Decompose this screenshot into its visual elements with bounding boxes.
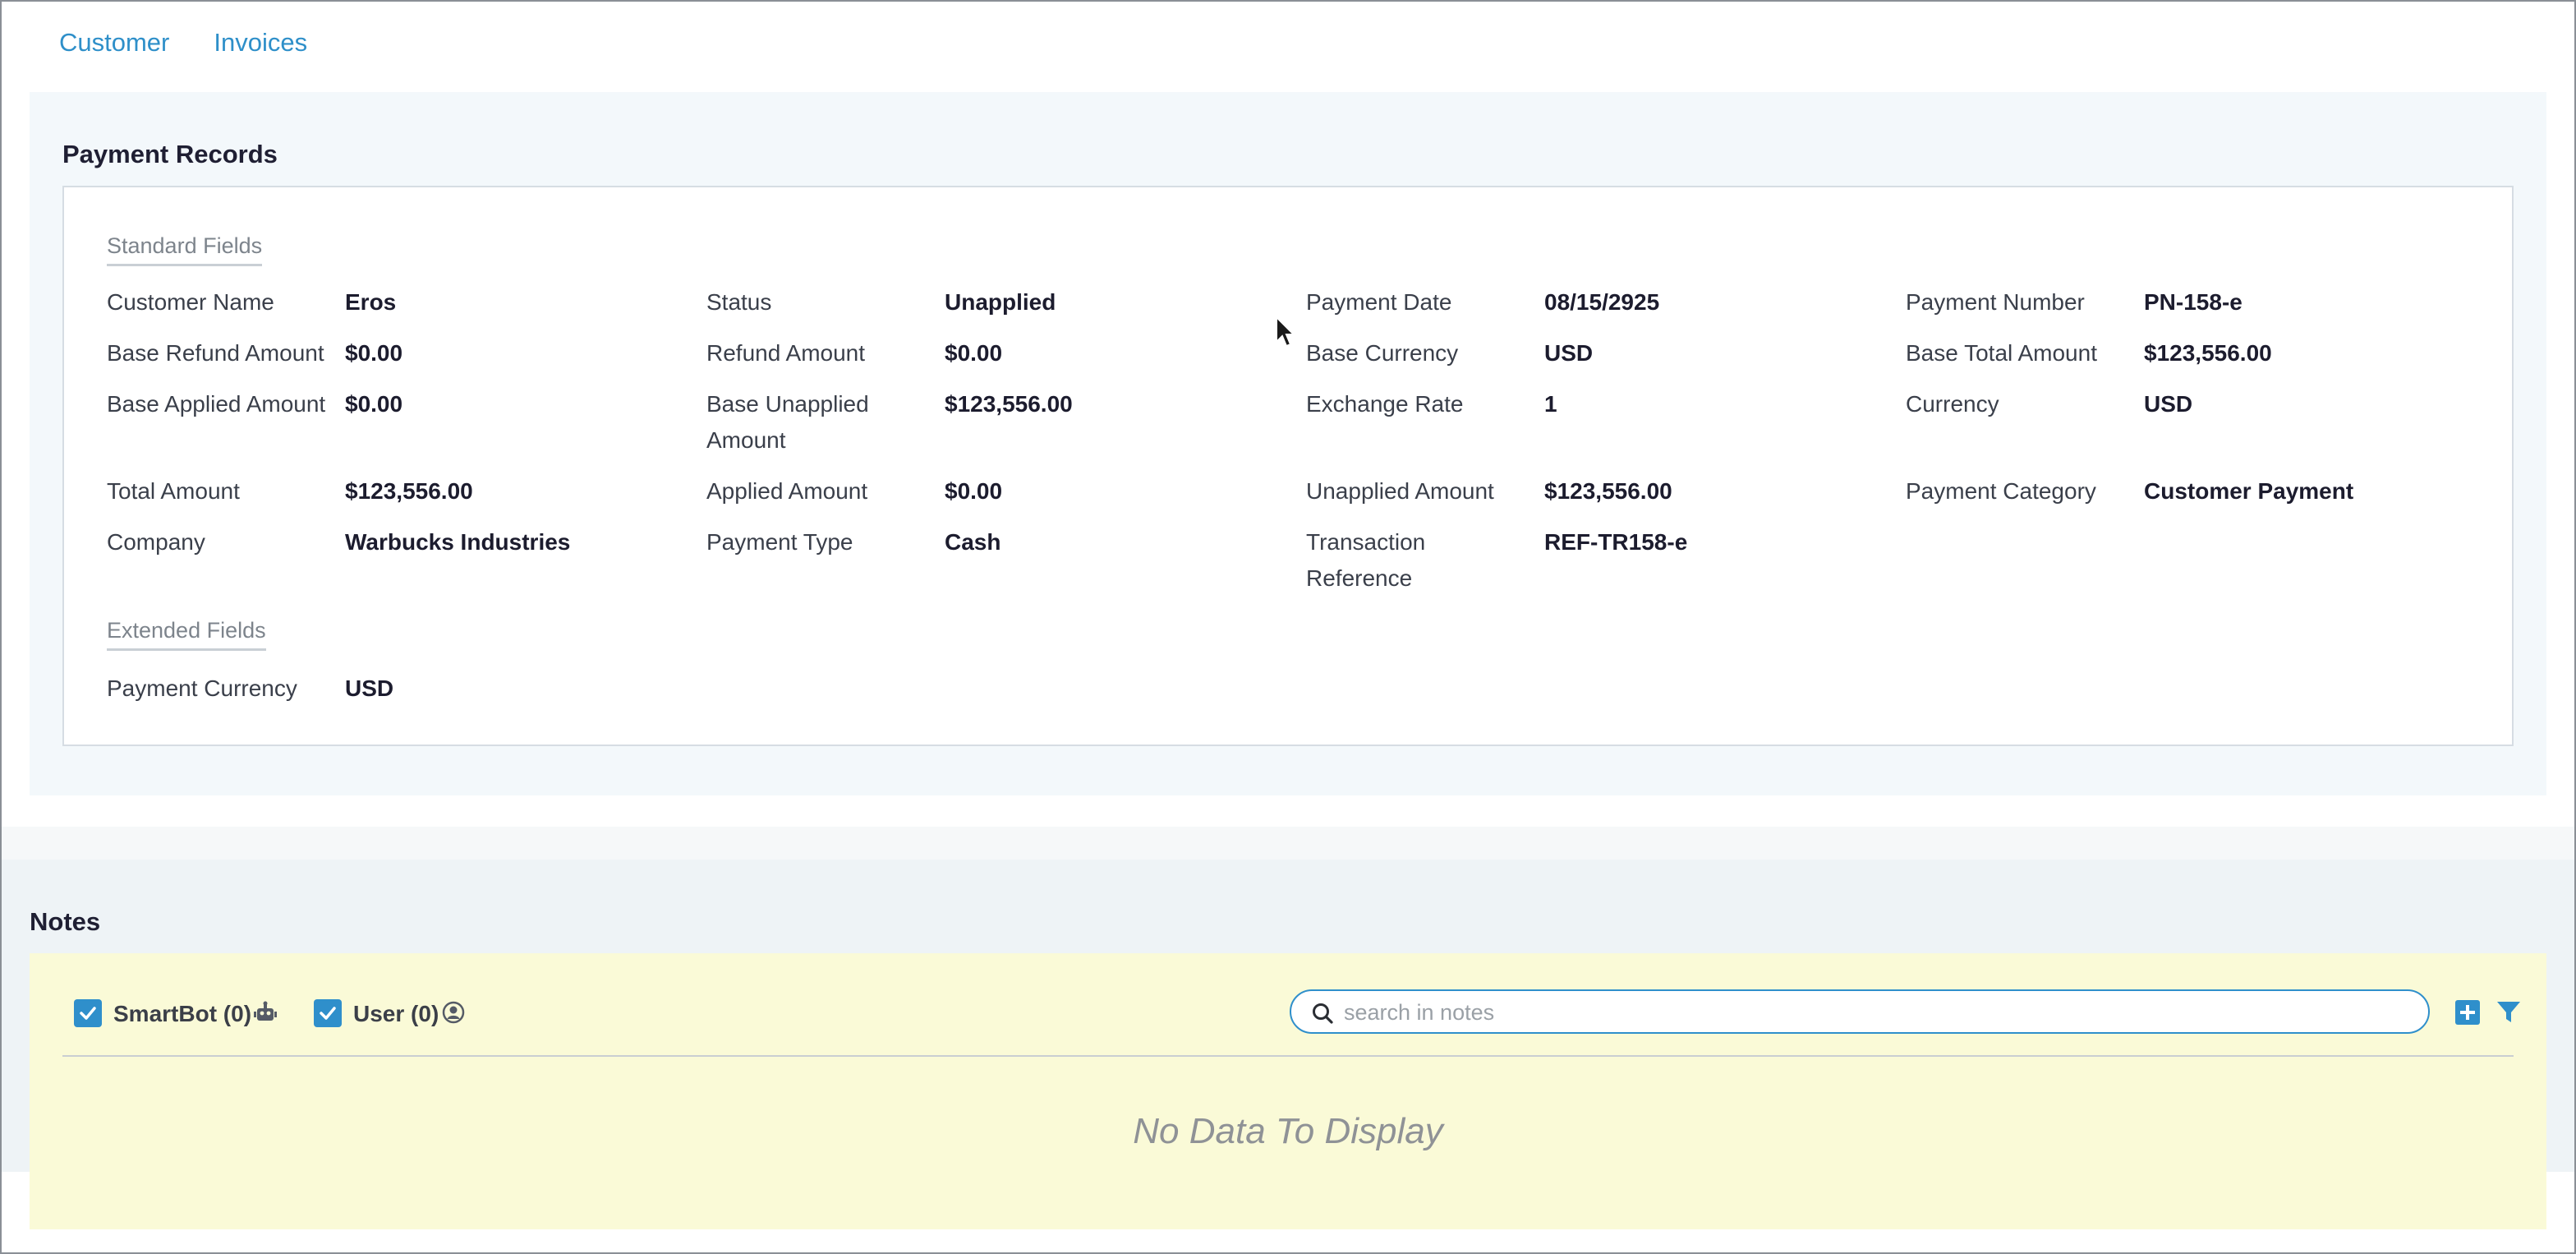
- field-label: Company: [107, 529, 205, 555]
- field-label: Customer Name: [107, 289, 274, 315]
- field-value: $0.00: [345, 391, 403, 417]
- empty-state-message: No Data To Display: [1133, 1111, 1443, 1151]
- user-filter-label[interactable]: User (0): [353, 998, 439, 1030]
- user-circle-icon: [442, 1001, 465, 1028]
- field-value: Customer Payment: [2144, 478, 2354, 504]
- payment-records-section: Payment Records Standard Fields Customer…: [30, 92, 2546, 795]
- checkmark-icon: [80, 1007, 96, 1020]
- field-label: Base Applied Amount: [107, 391, 326, 417]
- field-label: Base Refund Amount: [107, 340, 324, 366]
- field-label: Refund Amount: [706, 340, 866, 366]
- field-value: 1: [1544, 391, 1557, 417]
- checkmark-icon: [320, 1007, 336, 1020]
- extended-fields-title: Extended Fields: [107, 618, 266, 651]
- field-label: Transaction Reference: [1306, 529, 1426, 591]
- robot-icon: [253, 1001, 278, 1028]
- field-label: Applied Amount: [706, 478, 868, 504]
- field-value: $0.00: [345, 340, 403, 366]
- field-label: Currency: [1906, 391, 1999, 417]
- notes-divider: [62, 1055, 2514, 1057]
- field-label: Exchange Rate: [1306, 391, 1464, 417]
- field-label: Unapplied Amount: [1306, 478, 1494, 504]
- field-value: $123,556.00: [345, 478, 473, 504]
- search-icon: [1311, 1002, 1334, 1029]
- field-value: $123,556.00: [945, 391, 1073, 417]
- payment-records-card: Standard Fields Customer Name Eros Statu…: [62, 186, 2514, 746]
- tab-bar: Customer Invoices: [59, 28, 307, 58]
- notes-search-input[interactable]: [1342, 996, 2405, 1029]
- field-label: Payment Type: [706, 529, 853, 555]
- field-value: USD: [345, 675, 394, 701]
- field-value: Unapplied: [945, 289, 1056, 315]
- field-value: Warbucks Industries: [345, 529, 571, 555]
- smartbot-filter-label[interactable]: SmartBot (0): [113, 998, 251, 1030]
- field-label: Payment Category: [1906, 478, 2096, 504]
- field-value: PN-158-e: [2144, 289, 2242, 315]
- mouse-cursor-icon: [1275, 315, 1296, 353]
- field-value: $0.00: [945, 478, 1003, 504]
- plus-icon[interactable]: [2454, 999, 2481, 1030]
- field-label: Payment Number: [1906, 289, 2085, 315]
- notes-search-box[interactable]: [1290, 989, 2430, 1034]
- field-value: $123,556.00: [2144, 340, 2272, 366]
- field-label: Base Currency: [1306, 340, 1459, 366]
- filter-icon[interactable]: [2496, 999, 2522, 1030]
- payment-records-title: Payment Records: [62, 140, 278, 168]
- field-label: Payment Date: [1306, 289, 1452, 315]
- tab-customer[interactable]: Customer: [59, 28, 169, 58]
- user-checkbox[interactable]: [314, 999, 342, 1027]
- notes-title: Notes: [30, 907, 101, 936]
- field-value: USD: [1544, 340, 1594, 366]
- smartbot-checkbox[interactable]: [74, 999, 102, 1027]
- field-label: Payment Currency: [107, 675, 297, 701]
- section-divider-band: [2, 827, 2574, 860]
- field-value: $0.00: [945, 340, 1003, 366]
- field-value: 08/15/2925: [1544, 289, 1660, 315]
- field-label: Base Unapplied Amount: [706, 391, 869, 453]
- field-value: $123,556.00: [1544, 478, 1672, 504]
- field-value: REF-TR158-e: [1544, 529, 1688, 555]
- field-value: USD: [2144, 391, 2193, 417]
- field-label: Base Total Amount: [1906, 340, 2097, 366]
- field-value: Eros: [345, 289, 397, 315]
- field-value: Cash: [945, 529, 1001, 555]
- field-label: Total Amount: [107, 478, 240, 504]
- tab-invoices[interactable]: Invoices: [214, 28, 307, 58]
- field-label: Status: [706, 289, 772, 315]
- standard-fields-title: Standard Fields: [107, 233, 263, 266]
- notes-panel: SmartBot (0) User (0) search in notes No…: [30, 953, 2546, 1229]
